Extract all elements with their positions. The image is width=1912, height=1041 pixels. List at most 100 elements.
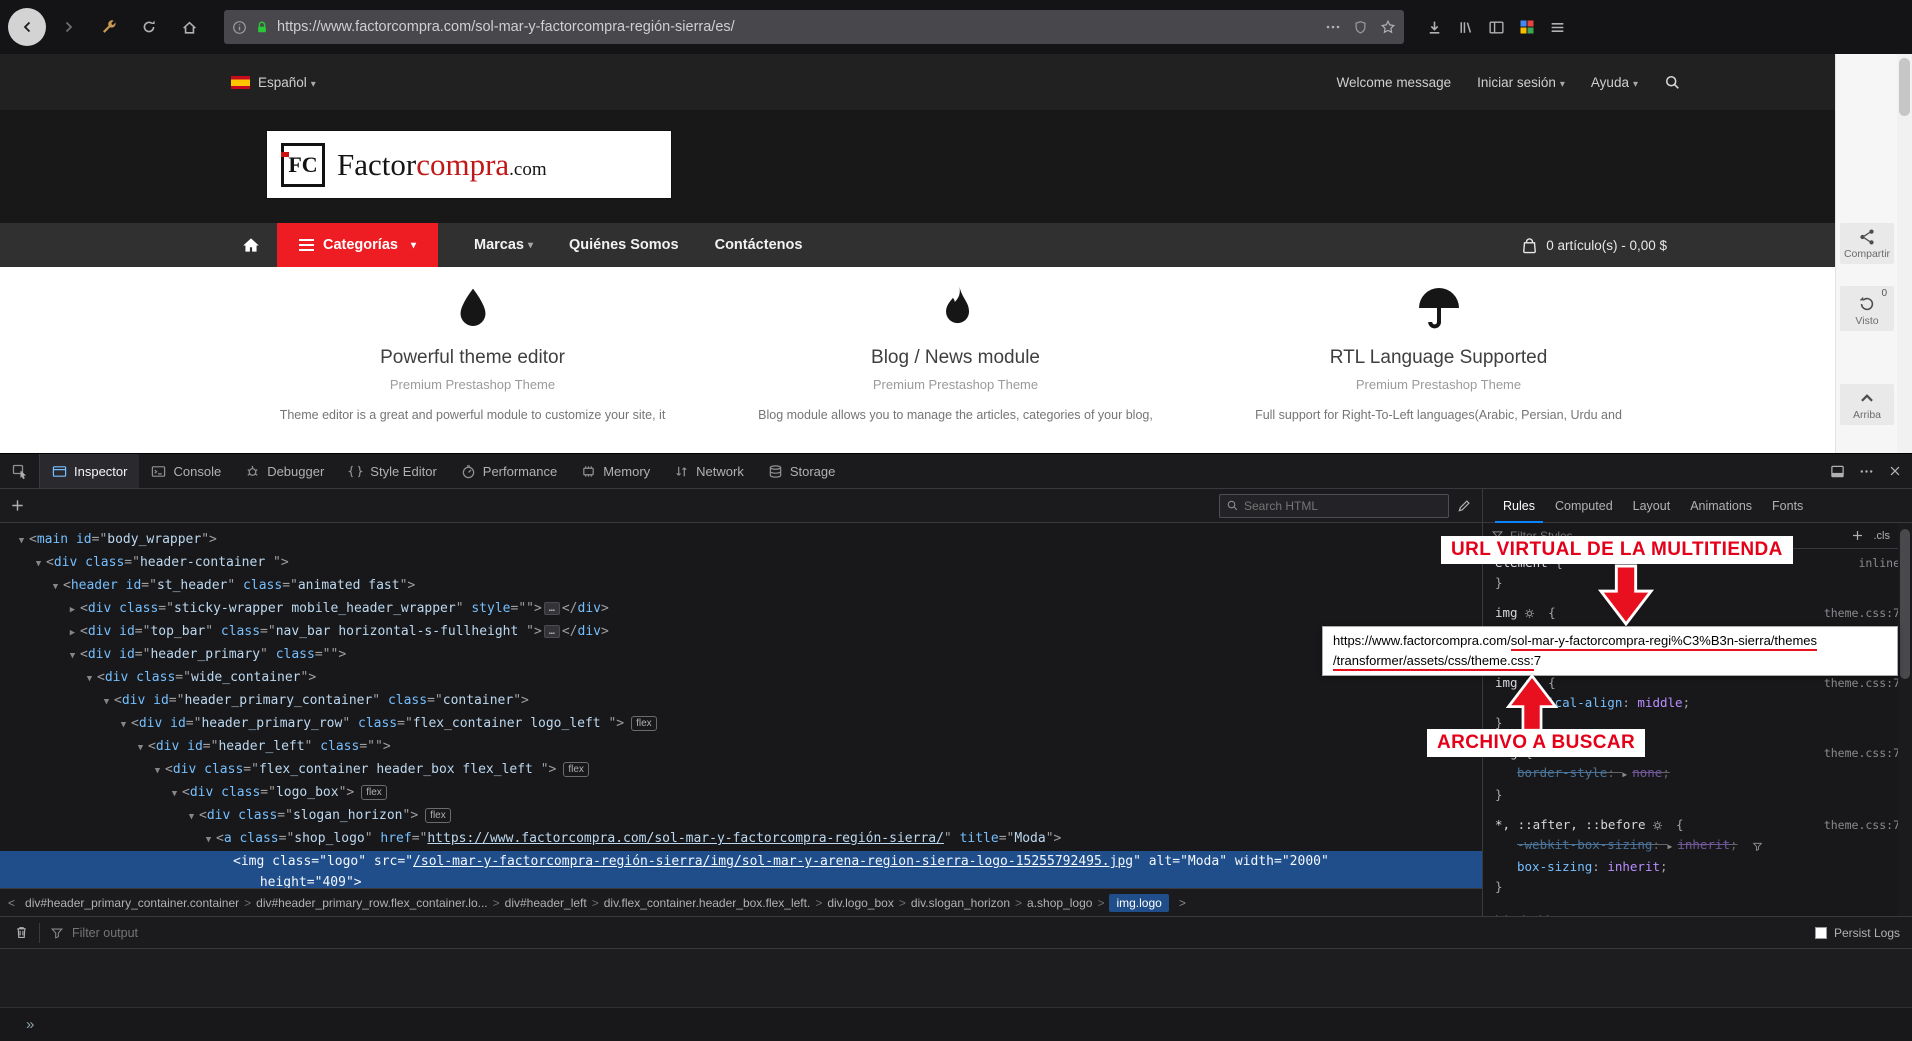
twisty-icon[interactable]: ▼ xyxy=(14,531,29,552)
breadcrumb-item[interactable]: div#header_left xyxy=(505,896,587,910)
help-link[interactable]: Ayuda▾ xyxy=(1591,75,1638,90)
add-rule-icon[interactable] xyxy=(1851,529,1864,542)
nav-contact[interactable]: Contáctenos xyxy=(697,223,821,267)
forward-button[interactable] xyxy=(52,10,86,44)
devtools-tab-performance[interactable]: Performance xyxy=(449,454,569,488)
flex-badge[interactable]: flex xyxy=(563,762,589,777)
download-icon[interactable] xyxy=(1426,19,1443,36)
markup-row[interactable]: ▼<div id="header_primary_row" class="fle… xyxy=(0,713,1482,736)
rules-scrollbar[interactable] xyxy=(1898,523,1912,916)
dock-icon[interactable] xyxy=(1830,464,1845,479)
devtools-tab-storage[interactable]: Storage xyxy=(756,454,848,488)
crumb-scroll-left-icon[interactable]: < xyxy=(0,896,23,910)
breadcrumb-item[interactable]: div.logo_box xyxy=(827,896,894,910)
bookmark-star-icon[interactable] xyxy=(1380,19,1396,35)
persist-logs-checkbox[interactable] xyxy=(1815,927,1827,939)
filter-funnel-icon[interactable] xyxy=(50,926,64,940)
rule-source-link[interactable]: theme.css:7 xyxy=(1814,815,1900,835)
search-icon[interactable] xyxy=(1664,74,1681,91)
flex-badge[interactable]: flex xyxy=(361,785,387,800)
markup-row[interactable]: ▶<div class="sticky-wrapper mobile_heade… xyxy=(0,598,1482,621)
console-filter-input[interactable] xyxy=(72,926,1815,940)
close-icon[interactable] xyxy=(1888,464,1902,478)
markup-row[interactable]: ▼<main id="body_wrapper"> xyxy=(0,529,1482,552)
sidebar-tab-computed[interactable]: Computed xyxy=(1547,489,1621,523)
twisty-icon[interactable]: ▼ xyxy=(133,738,148,759)
menu-icon[interactable] xyxy=(1549,19,1566,36)
meatball-menu-icon[interactable] xyxy=(1859,464,1874,479)
scrollbar-thumb[interactable] xyxy=(1899,58,1910,116)
twisty-icon[interactable]: ▼ xyxy=(65,646,80,667)
breadcrumb-item[interactable]: div.slogan_horizon xyxy=(911,896,1010,910)
sidebar-toggle-icon[interactable] xyxy=(1488,19,1505,36)
breadcrumb-item[interactable]: div#header_primary_container.container xyxy=(25,896,239,910)
markup-row[interactable]: ▼<div id="header_primary_container" clas… xyxy=(0,690,1482,713)
ellipsis-badge[interactable]: … xyxy=(544,625,560,638)
twisty-icon[interactable]: ▼ xyxy=(150,761,165,782)
rule-source-link[interactable]: theme.css:7 xyxy=(1814,673,1900,693)
language-selector[interactable]: Español▾ xyxy=(258,75,316,90)
twisty-icon[interactable]: ▶ xyxy=(65,623,80,644)
scrollbar-thumb[interactable] xyxy=(1900,529,1910,679)
nav-categories-button[interactable]: Categorías ▾ xyxy=(277,223,438,267)
devtools-tab-inspector[interactable]: Inspector xyxy=(40,454,139,488)
markup-row[interactable]: ▶<div id="top_bar" class="nav_bar horizo… xyxy=(0,621,1482,644)
page-actions-icon[interactable] xyxy=(1325,19,1341,35)
node-picker-button[interactable] xyxy=(0,454,40,488)
class-toggle-button[interactable]: .cls xyxy=(1874,530,1891,542)
flex-badge[interactable]: flex xyxy=(425,808,451,823)
crumb-scroll-right-icon[interactable]: > xyxy=(1171,896,1194,910)
reload-button[interactable] xyxy=(132,10,166,44)
search-html-field[interactable] xyxy=(1219,494,1449,518)
markup-row[interactable]: <img class="logo" src="/sol-mar-y-factor… xyxy=(0,851,1482,888)
twisty-icon[interactable]: ▼ xyxy=(99,692,114,713)
search-html-input[interactable] xyxy=(1244,499,1442,513)
shield-icon[interactable] xyxy=(1353,20,1368,35)
markup-row[interactable]: ▼<div class="wide_container"> xyxy=(0,667,1482,690)
twisty-icon[interactable]: ▶ xyxy=(65,600,80,621)
markup-row[interactable]: ▼<div class="header-container "> xyxy=(0,552,1482,575)
login-link[interactable]: Iniciar sesión▾ xyxy=(1477,75,1565,90)
sidebar-tab-layout[interactable]: Layout xyxy=(1625,489,1679,523)
padlock-icon[interactable] xyxy=(255,20,269,35)
ellipsis-badge[interactable]: … xyxy=(544,602,560,615)
devtools-tab-console[interactable]: Console xyxy=(139,454,233,488)
extension-grid-icon[interactable] xyxy=(1519,19,1535,35)
home-button[interactable] xyxy=(172,10,206,44)
trash-icon[interactable] xyxy=(14,925,29,940)
page-scrollbar[interactable] xyxy=(1897,54,1912,453)
scroll-top-widget[interactable]: Arriba xyxy=(1840,384,1894,425)
markup-row[interactable]: ▼<div class="slogan_horizon">flex xyxy=(0,805,1482,828)
devtools-tab-debugger[interactable]: Debugger xyxy=(233,454,336,488)
seen-widget[interactable]: 0 Visto xyxy=(1840,286,1894,331)
expander-icon[interactable]: ▶ xyxy=(1668,837,1673,857)
sidebar-tab-fonts[interactable]: Fonts xyxy=(1764,489,1811,523)
url-bar[interactable] xyxy=(224,10,1404,44)
rule-selector[interactable]: img {theme.css:7 xyxy=(1483,603,1912,623)
breadcrumb-item[interactable]: div#header_primary_row.flex_container.lo… xyxy=(256,896,487,910)
markup-row[interactable]: ▼<div class="flex_container header_box f… xyxy=(0,759,1482,782)
sidebar-tab-animations[interactable]: Animations xyxy=(1682,489,1760,523)
twisty-icon[interactable]: ▼ xyxy=(116,715,131,736)
devtools-tab-network[interactable]: Network xyxy=(662,454,756,488)
markup-row[interactable]: ▼<header id="st_header" class="animated … xyxy=(0,575,1482,598)
twisty-icon[interactable]: ▼ xyxy=(184,807,199,828)
css-declaration[interactable]: -webkit-box-sizing: ▶inherit; xyxy=(1483,835,1912,857)
breadcrumb-item[interactable]: div.flex_container.header_box.flex_left. xyxy=(604,896,811,910)
sidebar-tab-rules[interactable]: Rules xyxy=(1495,489,1543,523)
info-icon[interactable] xyxy=(232,20,247,35)
nav-brands[interactable]: Marcas▾ xyxy=(456,223,551,267)
flex-badge[interactable]: flex xyxy=(631,716,657,731)
css-declaration[interactable]: border-style: ▶none; xyxy=(1483,763,1912,785)
twisty-icon[interactable]: ▼ xyxy=(48,577,63,598)
add-node-icon[interactable] xyxy=(10,498,25,513)
markup-row[interactable]: ▼<div id="header_primary" class=""> xyxy=(0,644,1482,667)
breadcrumb-item[interactable]: img.logo xyxy=(1109,894,1168,912)
back-button[interactable] xyxy=(8,8,46,46)
css-declaration[interactable]: box-sizing: inherit; xyxy=(1483,857,1912,877)
console-input-row[interactable]: » xyxy=(0,1007,1912,1041)
twisty-icon[interactable]: ▼ xyxy=(201,830,216,851)
share-widget[interactable]: Compartir xyxy=(1840,223,1894,264)
markup-row[interactable]: ▼<div id="header_left" class=""> xyxy=(0,736,1482,759)
cart-summary[interactable]: 0 artículo(s) - 0,00 $ xyxy=(1521,223,1681,267)
